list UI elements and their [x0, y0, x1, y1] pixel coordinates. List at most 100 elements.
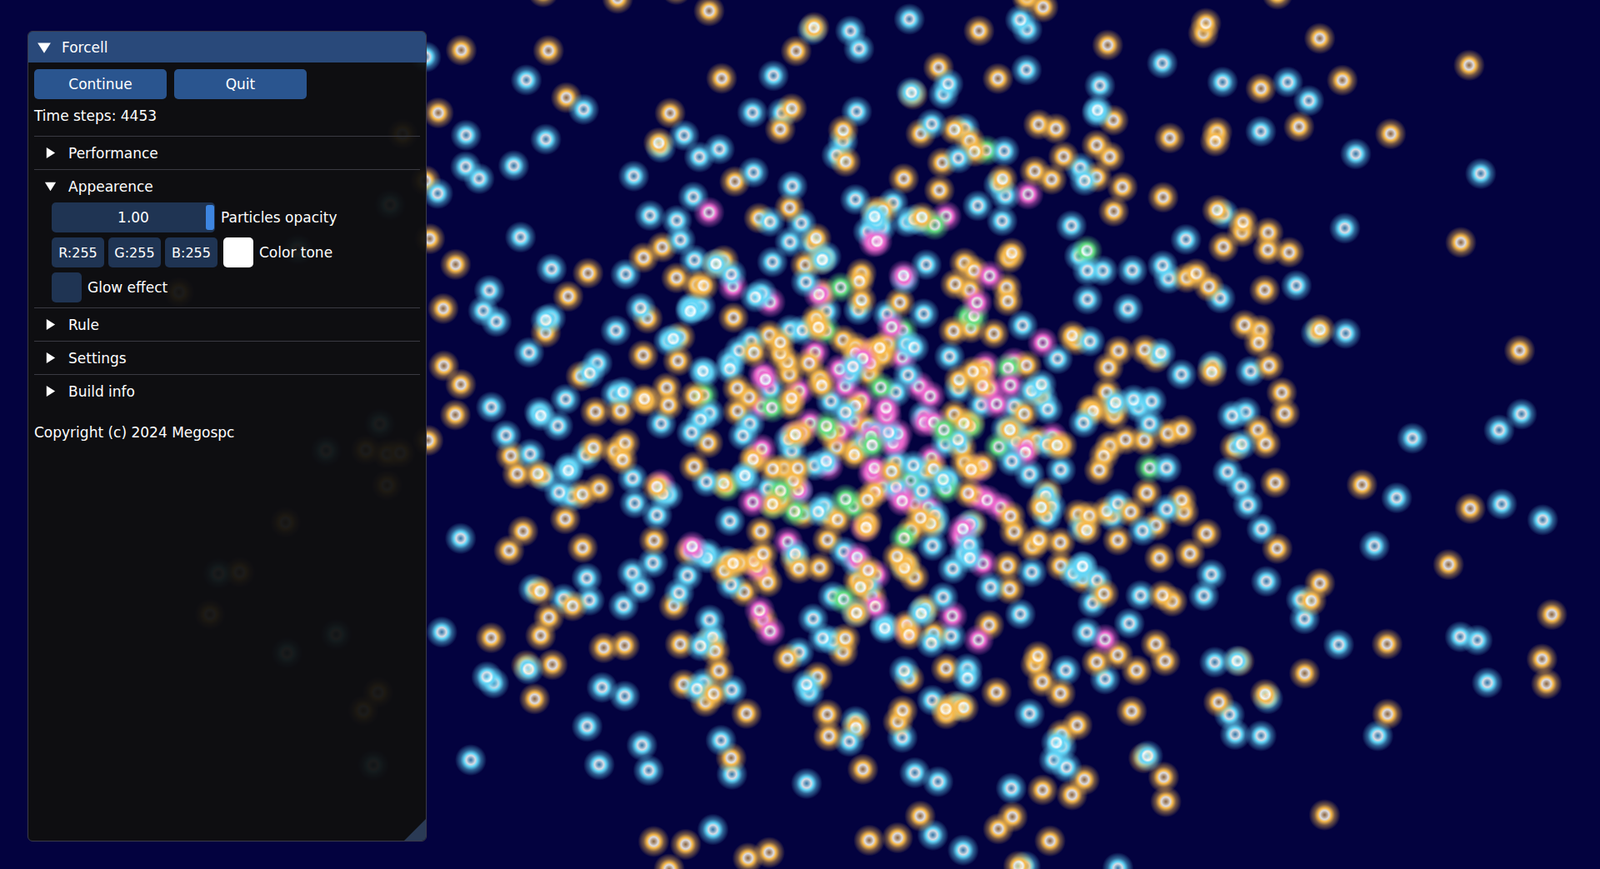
particle	[675, 416, 708, 449]
expand-arrow-icon[interactable]	[44, 351, 57, 365]
control-window[interactable]: Forcell ContinueQuit Time steps: 4453 Pe…	[27, 30, 427, 842]
window-body: ContinueQuit Time steps: 4453 Performanc…	[28, 62, 426, 460]
particle	[1259, 466, 1291, 499]
particle	[1088, 578, 1120, 610]
tree-node[interactable]: Settings	[34, 341, 420, 375]
action-button[interactable]: Continue	[34, 69, 167, 100]
particle	[730, 697, 763, 730]
section-list: Performance Appearence 1.00 Particles op…	[34, 135, 420, 408]
particle	[810, 410, 843, 442]
particle	[705, 725, 737, 757]
color-swatch[interactable]	[223, 237, 254, 268]
particle	[980, 676, 1013, 709]
particle	[697, 678, 730, 710]
particle	[1304, 22, 1336, 55]
particle	[957, 355, 990, 388]
tree-section: Build info	[34, 374, 420, 408]
particle	[1070, 514, 1103, 546]
expand-arrow-icon[interactable]	[44, 385, 57, 398]
particle	[512, 653, 545, 685]
particle	[835, 15, 867, 47]
color-channel-input[interactable]: G:255	[108, 237, 161, 268]
particle	[1011, 0, 1044, 9]
particle	[566, 531, 599, 564]
collapse-arrow-icon[interactable]	[44, 180, 57, 193]
particle	[781, 452, 814, 485]
particle	[498, 150, 530, 182]
particle	[1069, 165, 1101, 197]
particle	[530, 304, 562, 336]
particle	[1026, 774, 1059, 806]
particle	[1371, 628, 1404, 660]
particle	[532, 35, 565, 67]
particle	[542, 410, 575, 442]
app-screen: Forcell ContinueQuit Time steps: 4453 Pe…	[0, 0, 1600, 869]
particle	[625, 292, 657, 325]
particle	[776, 170, 809, 202]
particle	[1289, 657, 1321, 690]
particle	[1245, 72, 1277, 105]
particle	[606, 443, 639, 475]
particle	[897, 450, 930, 482]
particle	[954, 542, 986, 575]
tree-node[interactable]: Build info	[34, 375, 420, 408]
window-titlebar[interactable]: Forcell	[28, 31, 426, 63]
opacity-slider[interactable]: 1.00	[51, 202, 215, 233]
particle	[930, 693, 962, 725]
particle	[428, 350, 460, 382]
tree-section: Appearence 1.00 Particles opacityR:255G:…	[34, 169, 420, 308]
particle	[1050, 751, 1083, 784]
color-channel-input[interactable]: R:255	[51, 237, 105, 268]
tree-node[interactable]: Rule	[34, 308, 420, 341]
particle	[642, 127, 675, 160]
checkbox[interactable]	[51, 272, 82, 303]
resize-grip[interactable]	[404, 819, 426, 841]
particle	[1055, 210, 1088, 242]
particle	[1227, 206, 1260, 239]
particle	[1150, 451, 1183, 484]
action-button[interactable]: Quit	[174, 69, 307, 100]
particle	[450, 150, 482, 183]
particle	[671, 560, 704, 592]
particle	[1471, 666, 1504, 699]
particle	[1190, 7, 1222, 40]
particle	[852, 555, 885, 587]
color-channel-input[interactable]: B:255	[165, 237, 218, 268]
particle	[493, 535, 525, 567]
particle	[1396, 422, 1429, 455]
particle	[942, 142, 975, 175]
particle	[875, 310, 908, 343]
particle	[1146, 47, 1179, 80]
particle	[783, 552, 815, 585]
expand-arrow-icon[interactable]	[44, 146, 57, 160]
particle	[923, 174, 955, 206]
expand-arrow-icon[interactable]	[44, 318, 57, 331]
tree-node[interactable]: Performance	[34, 136, 420, 170]
particle	[422, 96, 455, 129]
particle	[475, 391, 508, 424]
particle	[1504, 335, 1536, 367]
particle	[1144, 542, 1176, 575]
particle	[1145, 337, 1177, 370]
particle	[600, 315, 632, 347]
particle	[1010, 54, 1043, 86]
particle	[1250, 565, 1283, 598]
particle	[753, 836, 785, 869]
particle	[1022, 640, 1055, 673]
particle	[1080, 129, 1113, 161]
particle	[771, 642, 804, 675]
particle	[1485, 488, 1518, 520]
slider-grab[interactable]	[205, 205, 215, 230]
particle	[895, 76, 928, 109]
collapse-arrow-icon[interactable]	[36, 40, 52, 55]
tree-node[interactable]: Appearence	[34, 170, 420, 203]
particle	[982, 813, 1015, 845]
particle	[939, 268, 971, 300]
particle	[764, 113, 796, 145]
particle	[676, 530, 709, 563]
tree-node-label: Performance	[68, 145, 159, 162]
particle	[780, 419, 812, 451]
particle	[524, 575, 556, 608]
particle	[1013, 698, 1045, 730]
particle	[995, 772, 1028, 805]
